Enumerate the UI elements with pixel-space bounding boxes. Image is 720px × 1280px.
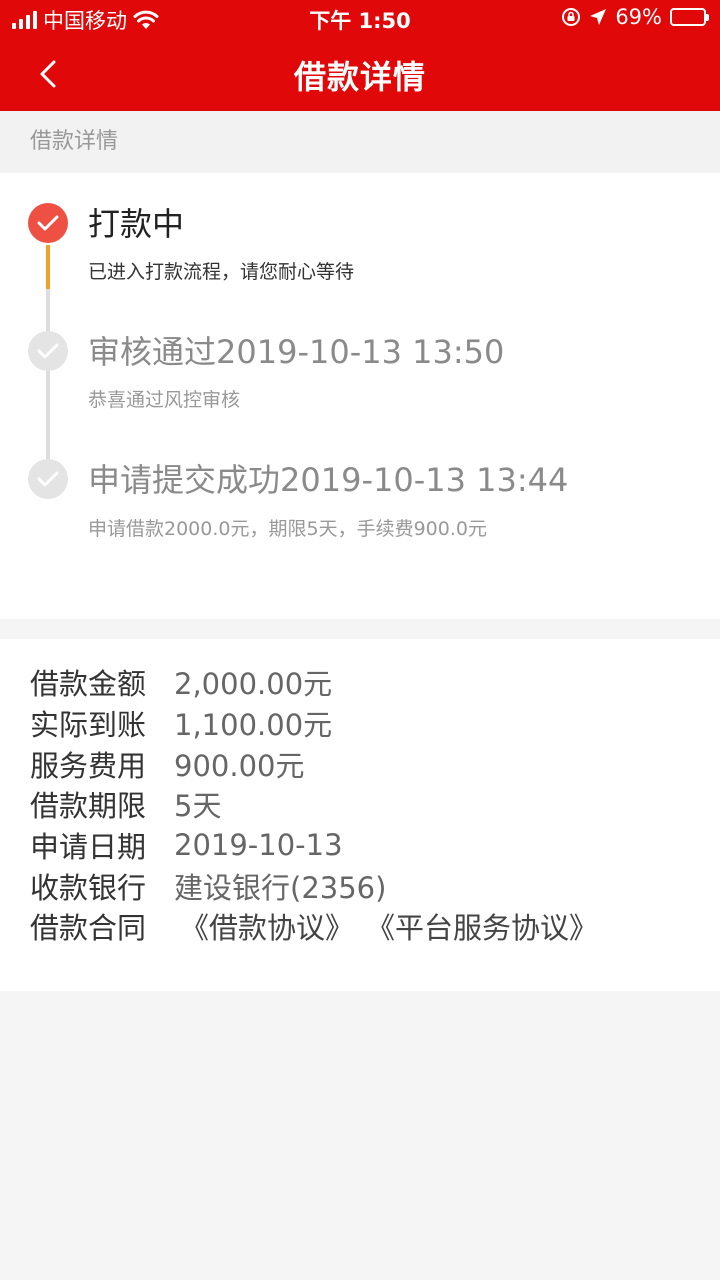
timeline-desc: 恭喜通过风控审核 bbox=[88, 389, 241, 411]
detail-row-amount: 借款金额 2,000.00元 bbox=[0, 662, 720, 703]
detail-label: 借款合同 bbox=[30, 911, 147, 946]
detail-label: 实际到账 bbox=[30, 708, 147, 743]
detail-label: 借款金额 bbox=[30, 667, 147, 702]
detail-row-contract: 借款合同 《借款协议》 《平台服务协议》 bbox=[0, 906, 720, 947]
page-title: 借款详情 bbox=[293, 58, 426, 96]
timeline-node-done bbox=[28, 459, 68, 499]
app-header: 中国移动 下午 1:50 69% 借款详情 bbox=[0, 0, 720, 111]
timeline-node-active bbox=[28, 203, 68, 243]
detail-label: 申请日期 bbox=[30, 830, 147, 865]
timeline-title: 打款中 bbox=[88, 205, 185, 243]
battery-icon bbox=[670, 8, 709, 26]
timeline-title: 审核通过2019-10-13 13:50 bbox=[88, 333, 505, 371]
loan-details: 借款金额 2,000.00元 实际到账 1,100.00元 服务费用 900.0… bbox=[0, 639, 720, 991]
timeline-node-done bbox=[28, 331, 68, 371]
detail-row-received: 实际到账 1,100.00元 bbox=[0, 703, 720, 744]
detail-value: 5天 bbox=[174, 789, 222, 824]
timeline-desc: 已进入打款流程，请您耐心等待 bbox=[88, 261, 355, 283]
loan-agreement-link[interactable]: 《借款协议》 bbox=[180, 905, 354, 947]
platform-service-agreement-link[interactable]: 《平台服务协议》 bbox=[366, 905, 598, 947]
detail-value: 2,000.00元 bbox=[174, 667, 333, 702]
detail-value: 900.00元 bbox=[174, 748, 305, 783]
check-icon bbox=[37, 471, 59, 487]
detail-value: 1,100.00元 bbox=[174, 708, 333, 743]
orientation-lock-icon bbox=[562, 8, 581, 26]
timeline-title: 申请提交成功2019-10-13 13:44 bbox=[88, 461, 569, 499]
detail-row-date: 申请日期 2019-10-13 bbox=[0, 825, 720, 866]
timeline-desc: 申请借款2000.0元，期限5天，手续费900.0元 bbox=[88, 518, 487, 540]
loan-progress-timeline: 打款中 已进入打款流程，请您耐心等待 审核通过2019-10-13 13:50 … bbox=[0, 173, 720, 619]
detail-value: 建设银行(2356) bbox=[174, 870, 387, 905]
detail-row-term: 借款期限 5天 bbox=[0, 784, 720, 825]
timeline-connector-active bbox=[46, 245, 50, 289]
battery-percent: 69% bbox=[615, 5, 662, 29]
detail-row-fee: 服务费用 900.00元 bbox=[0, 743, 720, 784]
detail-label: 借款期限 bbox=[30, 789, 147, 824]
check-icon bbox=[37, 343, 59, 359]
status-right: 69% bbox=[561, 5, 709, 29]
location-icon bbox=[590, 9, 607, 25]
detail-row-bank: 收款银行 建设银行(2356) bbox=[0, 865, 720, 906]
detail-label: 服务费用 bbox=[30, 748, 147, 783]
nav-bar: 借款详情 bbox=[0, 36, 720, 111]
detail-label: 收款银行 bbox=[30, 870, 147, 905]
check-icon bbox=[37, 215, 59, 231]
section-label: 借款详情 bbox=[0, 111, 720, 173]
status-bar: 中国移动 下午 1:50 69% bbox=[0, 0, 720, 36]
detail-value: 2019-10-13 bbox=[174, 828, 343, 863]
